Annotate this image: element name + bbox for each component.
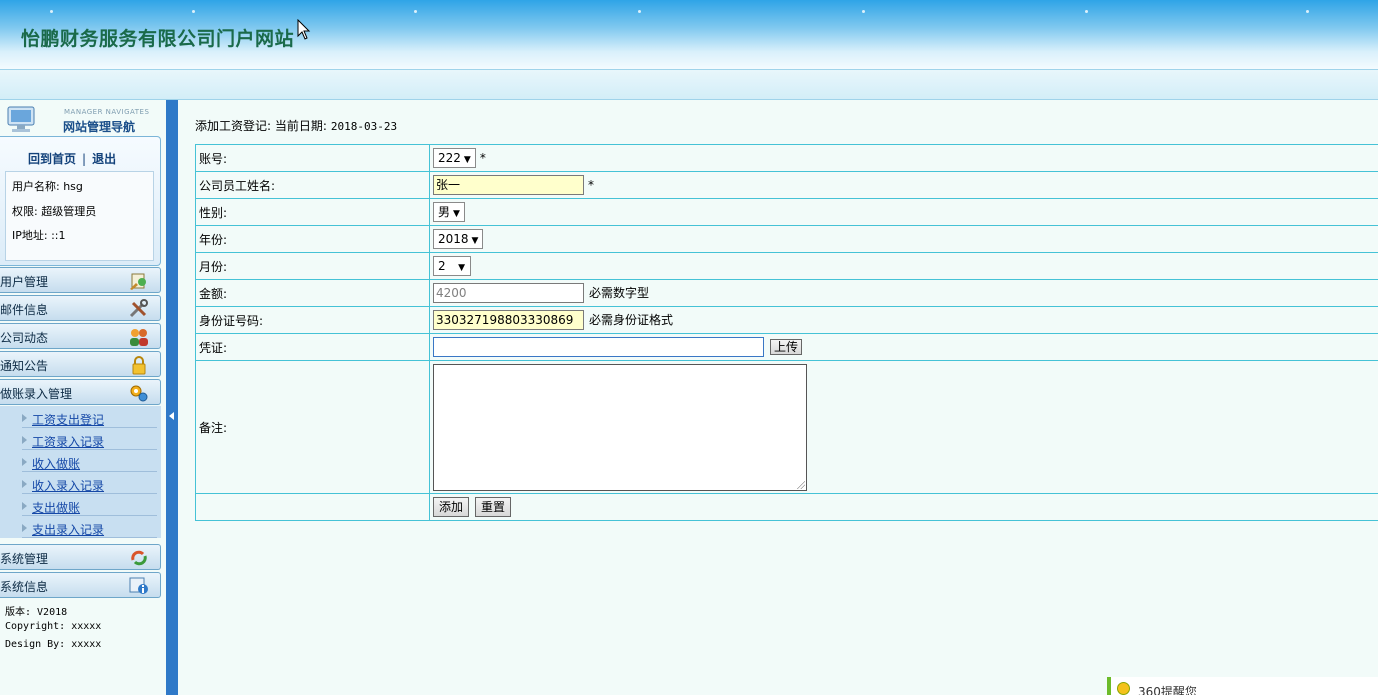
reset-button[interactable]: 重置: [475, 497, 512, 517]
required-mark: *: [588, 177, 594, 192]
menu-system-info[interactable]: 系统信息: [0, 572, 161, 598]
submenu-salary-records[interactable]: 工资录入记录: [22, 430, 157, 450]
amount-input[interactable]: 4200: [433, 283, 584, 303]
remark-label: 备注:: [195, 360, 430, 494]
version-text: 版本: V2018: [5, 607, 68, 618]
menu-label: 用户管理: [0, 275, 49, 289]
month-label: 月份:: [195, 252, 430, 280]
amount-label: 金额:: [195, 279, 430, 307]
plus-icon: [1117, 682, 1130, 695]
current-date: 2018-03-23: [330, 120, 398, 133]
salary-form: 账号: 222 ▼ * 公司员工姓名: 张一 * 性别: 男 ▼ 年份: 2018 ▼ 月…: [195, 144, 1378, 521]
user-name-text: 用户名称: hsg: [12, 180, 83, 193]
menu-label: 通知公告: [0, 359, 49, 373]
employee-name-label: 公司员工姓名:: [195, 171, 430, 199]
remark-textarea[interactable]: [433, 363, 807, 491]
gender-select[interactable]: 男 ▼: [433, 202, 465, 222]
menu-label: 系统管理: [0, 552, 49, 566]
toast-text: 360提醒您: [1138, 685, 1197, 695]
submenu-label: 工资支出登记: [32, 413, 105, 427]
submenu-salary-register[interactable]: 工资支出登记: [22, 408, 157, 428]
resize-grip-icon[interactable]: [797, 480, 805, 489]
computer-icon: [7, 106, 35, 132]
submenu-expense-entry[interactable]: 支出做账: [22, 496, 157, 516]
menu-label: 邮件信息: [0, 303, 49, 317]
copyright-text: Copyright: xxxxx: [5, 621, 102, 632]
submenu-label: 支出做账: [32, 501, 81, 515]
notification-toast[interactable]: 360提醒您: [1107, 677, 1378, 695]
submenu-income-records[interactable]: 收入录入记录: [22, 474, 157, 494]
employee-name-input[interactable]: 张一: [433, 175, 584, 195]
menu-company-news[interactable]: 公司动态: [0, 323, 161, 349]
voucher-label: 凭证:: [195, 333, 430, 361]
sub-header-bar: [0, 70, 1378, 100]
site-title: 怡鹏财务服务有限公司门户网站: [21, 28, 295, 50]
lock-icon: [132, 356, 146, 375]
user-info-box: 用户名称: hsg 权限: 超级管理员 IP地址: ::1: [5, 171, 154, 261]
menu-label: 做账录入管理: [0, 387, 73, 401]
site-header: 怡鹏财务服务有限公司门户网站: [0, 0, 1378, 70]
empty-cell: [195, 493, 430, 521]
year-label: 年份:: [195, 225, 430, 253]
arrow-right-icon: [22, 414, 27, 422]
submenu-label: 收入做账: [32, 457, 81, 471]
bookkeeping-submenu: 工资支出登记 工资录入记录 收入做账 收入录入记录 支出做账 支出录入记录: [0, 406, 161, 538]
refresh-icon: [131, 550, 147, 566]
design-text: Design By: xxxxx: [5, 639, 102, 650]
ip-text: IP地址: ::1: [12, 229, 66, 242]
gears-icon: [130, 385, 148, 402]
arrow-right-icon: [22, 502, 27, 510]
page-title: 添加工资登记: 当前日期:: [195, 119, 327, 133]
menu-mail-info[interactable]: 邮件信息: [0, 295, 161, 321]
menu-label: 系统信息: [0, 580, 49, 594]
submenu-label: 收入录入记录: [32, 479, 105, 493]
add-button[interactable]: 添加: [433, 497, 470, 517]
arrow-right-icon: [22, 458, 27, 466]
upload-button[interactable]: 上传: [770, 339, 803, 355]
people-icon: [130, 329, 148, 346]
arrow-right-icon: [22, 524, 27, 532]
breadcrumb: 添加工资登记: 当前日期: 2018-03-23: [195, 117, 397, 134]
submenu-expense-records[interactable]: 支出录入记录: [22, 518, 157, 538]
year-select[interactable]: 2018 ▼: [433, 229, 484, 249]
submenu-label: 工资录入记录: [32, 435, 105, 449]
user-panel: 回到首页 | 退出 用户名称: hsg 权限: 超级管理员 IP地址: ::1: [0, 136, 161, 266]
info-icon: [129, 577, 148, 594]
nav-header-title: 网站管理导航: [63, 120, 136, 134]
nav-header-en: MANAGER NAVIGATES: [64, 108, 150, 116]
menu-bookkeeping[interactable]: 做账录入管理: [0, 379, 161, 405]
main-content: 添加工资登记: 当前日期: 2018-03-23 账号: 222 ▼ * 公司员工姓名…: [178, 100, 1378, 695]
voucher-input[interactable]: [433, 337, 764, 357]
idcard-input[interactable]: 330327198803330869: [433, 310, 584, 330]
month-select[interactable]: 2 ▼: [433, 256, 471, 276]
gender-label: 性别:: [195, 198, 430, 226]
account-select[interactable]: 222 ▼: [433, 148, 476, 168]
mouse-cursor-icon: [297, 19, 311, 40]
menu-label: 公司动态: [0, 331, 49, 345]
required-mark: *: [479, 150, 486, 165]
amount-hint: 必需数字型: [589, 285, 650, 300]
account-label: 账号:: [195, 144, 430, 172]
link-separator: |: [82, 152, 87, 166]
menu-user-management[interactable]: 用户管理: [0, 267, 161, 293]
permission-text: 权限: 超级管理员: [12, 205, 97, 218]
tools-icon: [129, 299, 148, 318]
arrow-right-icon: [22, 480, 27, 488]
idcard-label: 身份证号码:: [195, 306, 430, 334]
nav-header: MANAGER NAVIGATES 网站管理导航: [0, 100, 162, 136]
arrow-right-icon: [22, 436, 27, 444]
sidebar-toggle[interactable]: [166, 100, 178, 695]
menu-system-management[interactable]: 系统管理: [0, 544, 161, 570]
submenu-label: 支出录入记录: [32, 523, 105, 537]
menu-notices[interactable]: 通知公告: [0, 351, 161, 377]
logout-link[interactable]: 退出: [92, 152, 116, 166]
sidebar: MANAGER NAVIGATES 网站管理导航 回到首页 | 退出 用户名称: h…: [0, 100, 166, 695]
home-link[interactable]: 回到首页: [28, 152, 76, 166]
idcard-hint: 必需身份证格式: [589, 312, 674, 327]
submenu-income-entry[interactable]: 收入做账: [22, 452, 157, 472]
collapse-arrow-icon: [169, 412, 174, 420]
user-edit-icon: [130, 273, 146, 290]
